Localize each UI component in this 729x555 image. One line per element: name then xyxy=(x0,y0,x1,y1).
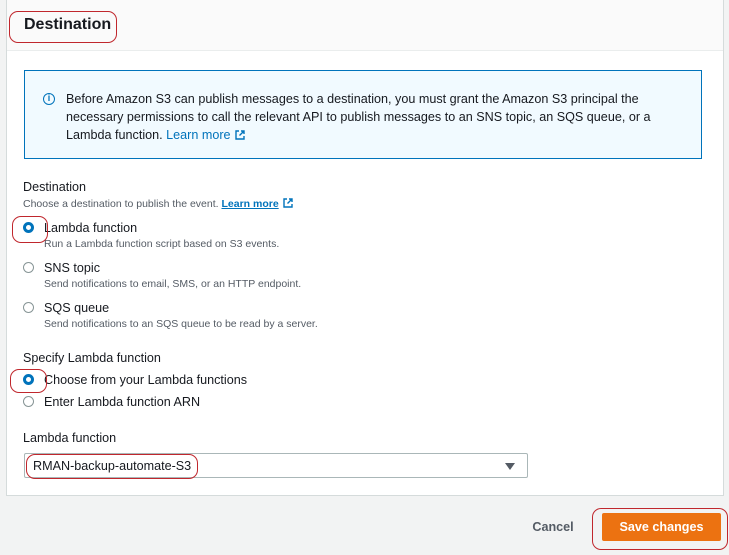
info-message: Before Amazon S3 can publish messages to… xyxy=(66,92,651,142)
lambda-function-label: Lambda function xyxy=(23,431,117,445)
info-icon: i xyxy=(43,93,55,105)
radio-lambda-function[interactable] xyxy=(23,222,34,233)
destination-description: Choose a destination to publish the even… xyxy=(23,198,293,210)
option-sqs-queue-label[interactable]: SQS queue xyxy=(44,301,109,315)
radio-sns-topic[interactable] xyxy=(23,262,34,273)
option-sqs-queue-description: Send notifications to an SQS queue to be… xyxy=(44,318,318,330)
specify-lambda-label: Specify Lambda function xyxy=(23,351,161,365)
option-enter-lambda-arn-label[interactable]: Enter Lambda function ARN xyxy=(44,395,200,409)
info-text: Before Amazon S3 can publish messages to… xyxy=(66,90,686,144)
lambda-function-select[interactable]: RMAN-backup-automate-S3 xyxy=(24,453,528,478)
radio-enter-lambda-arn[interactable] xyxy=(23,396,34,407)
option-sns-topic-description: Send notifications to email, SMS, or an … xyxy=(44,278,302,290)
radio-choose-from-lambda[interactable] xyxy=(23,374,34,385)
external-link-icon xyxy=(234,130,245,140)
external-link-icon xyxy=(282,198,293,208)
option-lambda-function-description: Run a Lambda function script based on S3… xyxy=(44,238,280,250)
caret-down-icon xyxy=(505,463,515,470)
option-choose-from-lambda-label[interactable]: Choose from your Lambda functions xyxy=(44,373,247,387)
section-title: Destination xyxy=(24,16,112,33)
destination-learn-more-link[interactable]: Learn more xyxy=(221,198,293,210)
option-sns-topic-label[interactable]: SNS topic xyxy=(44,261,100,275)
radio-sqs-queue[interactable] xyxy=(23,302,34,313)
lambda-function-select-value: RMAN-backup-automate-S3 xyxy=(33,459,192,473)
save-changes-button[interactable]: Save changes xyxy=(602,513,721,541)
panel-header: Destination xyxy=(7,0,723,51)
destination-label: Destination xyxy=(23,180,87,194)
option-lambda-function-label[interactable]: Lambda function xyxy=(44,221,137,235)
cancel-button[interactable]: Cancel xyxy=(526,518,580,536)
info-learn-more-link[interactable]: Learn more xyxy=(166,128,245,142)
info-alert: i Before Amazon S3 can publish messages … xyxy=(24,70,702,159)
